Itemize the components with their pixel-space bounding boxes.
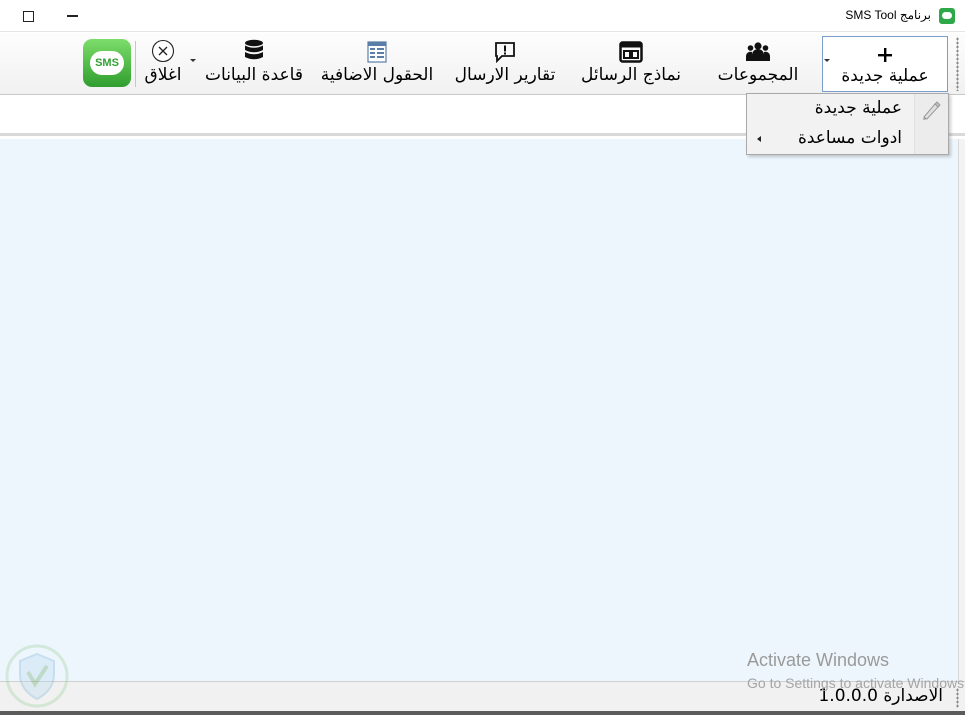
dropdown-arrow-icon (824, 59, 830, 62)
sending-reports-button[interactable]: تقارير الارسال (447, 39, 563, 91)
layout-icon (619, 39, 643, 63)
pen-icon (920, 99, 942, 121)
sms-logo-text: SMS (90, 51, 124, 75)
submenu-arrow-icon (757, 136, 761, 142)
sending-reports-label: تقارير الارسال (454, 65, 556, 85)
activation-watermark-subtitle: Go to Settings to activate Windows. (747, 675, 965, 691)
dropdown-arrow-icon (190, 59, 196, 62)
database-button[interactable]: قاعدة البيانات (190, 39, 310, 91)
window-title: برنامج SMS Tool (845, 8, 931, 22)
database-icon (243, 39, 265, 63)
taskbar-edge (0, 711, 965, 715)
message-templates-label: نماذج الرسائل (581, 65, 681, 85)
maximize-button[interactable] (6, 0, 50, 32)
workspace-area (0, 139, 958, 681)
users-icon (745, 39, 771, 63)
shield-logo-icon (2, 644, 72, 708)
menu-item-label: ادوات مساعدة (797, 128, 902, 148)
close-circle-icon (151, 39, 175, 63)
groups-button[interactable]: المجموعات (712, 39, 804, 91)
table-icon (366, 39, 388, 63)
message-templates-button[interactable]: نماذج الرسائل (572, 39, 690, 91)
toolbar-grip[interactable] (956, 37, 959, 91)
activation-watermark-title: Activate Windows (747, 650, 890, 670)
minimize-button[interactable] (50, 0, 94, 32)
title-bar: برنامج SMS Tool (0, 0, 965, 32)
status-grip[interactable] (956, 688, 959, 708)
new-operation-dropdown-menu: عملية جديدة ادوات مساعدة (746, 93, 949, 155)
database-label: قاعدة البيانات (205, 65, 303, 85)
plus-icon (876, 40, 894, 64)
new-operation-label: عملية جديدة (841, 66, 929, 86)
menu-item-new-operation[interactable]: عملية جديدة (747, 95, 948, 125)
extra-fields-label: الحقول الاضافية (320, 65, 434, 85)
close-app-button[interactable]: اغلاق (137, 39, 189, 91)
maximize-icon (22, 10, 34, 22)
app-icon (939, 8, 955, 24)
extra-fields-button[interactable]: الحقول الاضافية (314, 39, 440, 91)
close-app-label: اغلاق (144, 65, 182, 85)
minimize-icon (66, 15, 78, 17)
menu-item-helper-tools[interactable]: ادوات مساعدة (747, 125, 948, 155)
right-edge-panel (958, 139, 965, 681)
alert-bubble-icon (493, 39, 517, 63)
menu-item-label: عملية جديدة (814, 98, 902, 118)
groups-label: المجموعات (717, 65, 799, 85)
new-operation-button[interactable]: عملية جديدة (822, 36, 948, 92)
sms-logo[interactable]: SMS (83, 39, 131, 87)
toolbar-separator (135, 41, 136, 87)
ribbon-toolbar: عملية جديدة المجموعات نماذج الرسائل تقار… (0, 33, 965, 95)
